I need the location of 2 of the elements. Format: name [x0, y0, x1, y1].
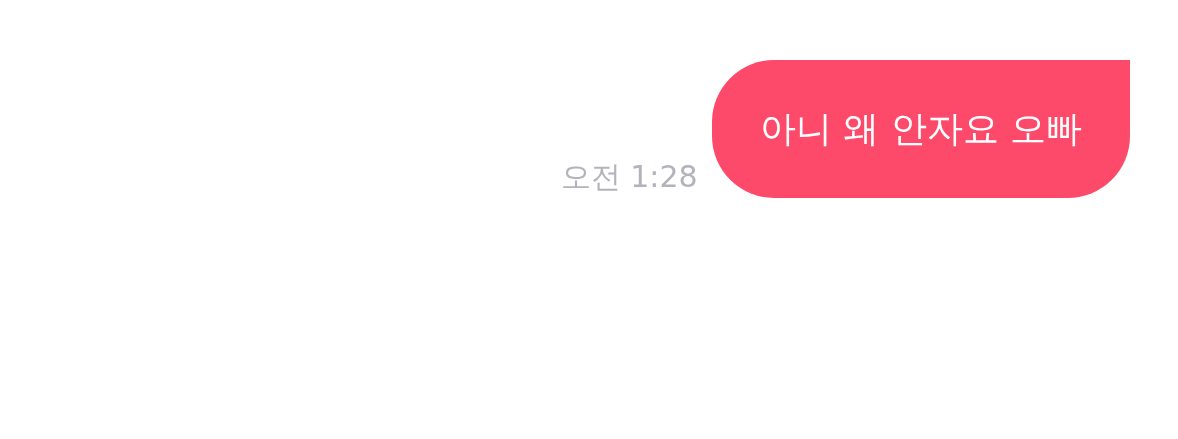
message-bubble: 아니 왜 안자요 오빠 — [711, 60, 1130, 198]
message-time: 오전 1:28 — [560, 160, 698, 194]
